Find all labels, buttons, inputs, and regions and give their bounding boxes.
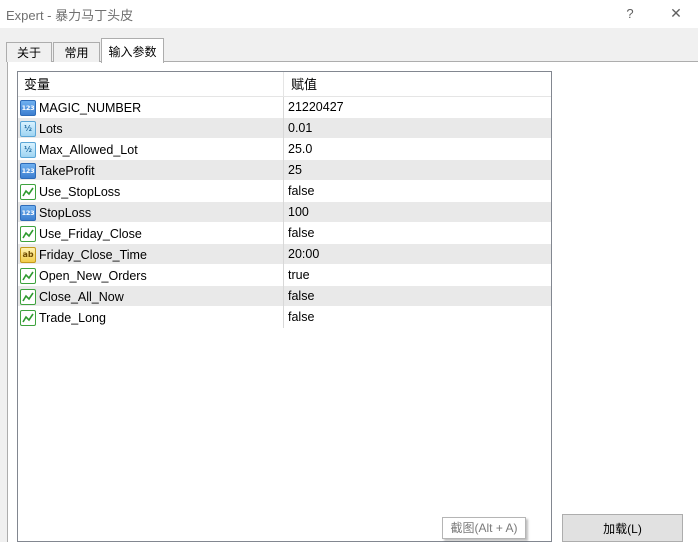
load-button[interactable]: 加载(L) xyxy=(562,514,683,542)
parameter-value[interactable]: 25.0 xyxy=(285,139,551,160)
grid-rows: 123 MAGIC_NUMBER 21220427 ½ Lots 0.01 ½ Max_All… xyxy=(18,97,551,328)
column-header-variable[interactable]: 变量 xyxy=(18,72,284,97)
table-row[interactable]: Close_All_Now false xyxy=(18,286,551,307)
help-button[interactable]: ? xyxy=(615,2,645,24)
table-row[interactable]: 123 MAGIC_NUMBER 21220427 xyxy=(18,97,551,118)
parameter-name-cell[interactable]: 123 MAGIC_NUMBER xyxy=(18,97,284,118)
table-row[interactable]: Use_StopLoss false xyxy=(18,181,551,202)
parameter-value[interactable]: false xyxy=(285,223,551,244)
tab-input-parameters[interactable]: 输入参数 xyxy=(101,38,164,63)
parameters-grid: 变量 赋值 123 MAGIC_NUMBER 21220427 ½ Lots 0.01 ½ M… xyxy=(17,71,552,542)
parameter-name-cell[interactable]: ½ Max_Allowed_Lot xyxy=(18,139,284,160)
int-icon: 123 xyxy=(20,204,36,221)
parameter-name-cell[interactable]: ½ Lots xyxy=(18,118,284,139)
int-icon: 123 xyxy=(20,162,36,179)
parameter-value[interactable]: 20:00 xyxy=(285,244,551,265)
table-row[interactable]: Open_New_Orders true xyxy=(18,265,551,286)
table-row[interactable]: 123 StopLoss 100 xyxy=(18,202,551,223)
table-row[interactable]: ½ Max_Allowed_Lot 25.0 xyxy=(18,139,551,160)
grid-header: 变量 赋值 xyxy=(18,72,551,97)
parameter-name-cell[interactable]: 123 TakeProfit xyxy=(18,160,284,181)
title-bar: Expert - 暴力马丁头皮 ? ✕ xyxy=(0,0,698,28)
parameter-name: Friday_Close_Time xyxy=(39,247,147,262)
tab-strip: 关于 常用 输入参数 xyxy=(0,38,698,63)
string-icon: ab xyxy=(20,246,36,263)
bool-icon xyxy=(20,309,36,326)
parameter-name: Lots xyxy=(39,121,63,136)
bool-icon xyxy=(20,267,36,284)
window-title: Expert - 暴力马丁头皮 xyxy=(6,8,134,23)
parameter-name-cell[interactable]: ab Friday_Close_Time xyxy=(18,244,284,265)
bool-icon xyxy=(20,288,36,305)
parameter-name: Trade_Long xyxy=(39,310,106,325)
tab-common[interactable]: 常用 xyxy=(53,42,100,62)
table-row[interactable]: Use_Friday_Close false xyxy=(18,223,551,244)
parameter-name: Open_New_Orders xyxy=(39,268,147,283)
bool-icon xyxy=(20,183,36,200)
parameter-name-cell[interactable]: Close_All_Now xyxy=(18,286,284,307)
column-header-value[interactable]: 赋值 xyxy=(285,72,551,97)
double-icon: ½ xyxy=(20,120,36,137)
parameter-name: MAGIC_NUMBER xyxy=(39,100,142,115)
parameter-name-cell[interactable]: Trade_Long xyxy=(18,307,284,328)
parameter-name: Max_Allowed_Lot xyxy=(39,142,138,157)
parameter-value[interactable]: false xyxy=(285,307,551,328)
screenshot-tooltip: 截图(Alt + A) xyxy=(442,517,526,539)
parameter-value[interactable]: 0.01 xyxy=(285,118,551,139)
parameter-name-cell[interactable]: Open_New_Orders xyxy=(18,265,284,286)
table-row[interactable]: 123 TakeProfit 25 xyxy=(18,160,551,181)
parameter-name: Use_Friday_Close xyxy=(39,226,142,241)
parameter-value[interactable]: 100 xyxy=(285,202,551,223)
table-row[interactable]: Trade_Long false xyxy=(18,307,551,328)
table-row[interactable]: ab Friday_Close_Time 20:00 xyxy=(18,244,551,265)
parameter-name: Close_All_Now xyxy=(39,289,124,304)
parameter-name: StopLoss xyxy=(39,205,92,220)
parameter-name-cell[interactable]: Use_Friday_Close xyxy=(18,223,284,244)
table-row[interactable]: ½ Lots 0.01 xyxy=(18,118,551,139)
parameter-value[interactable]: 21220427 xyxy=(285,97,551,118)
double-icon: ½ xyxy=(20,141,36,158)
parameter-value[interactable]: false xyxy=(285,181,551,202)
parameter-value[interactable]: true xyxy=(285,265,551,286)
parameter-value[interactable]: 25 xyxy=(285,160,551,181)
bool-icon xyxy=(20,225,36,242)
parameter-name: Use_StopLoss xyxy=(39,184,121,199)
parameter-name: TakeProfit xyxy=(39,163,95,178)
close-button[interactable]: ✕ xyxy=(661,2,691,24)
parameter-name-cell[interactable]: 123 StopLoss xyxy=(18,202,284,223)
parameter-name-cell[interactable]: Use_StopLoss xyxy=(18,181,284,202)
tab-about[interactable]: 关于 xyxy=(6,42,52,62)
parameter-value[interactable]: false xyxy=(285,286,551,307)
int-icon: 123 xyxy=(20,99,36,116)
